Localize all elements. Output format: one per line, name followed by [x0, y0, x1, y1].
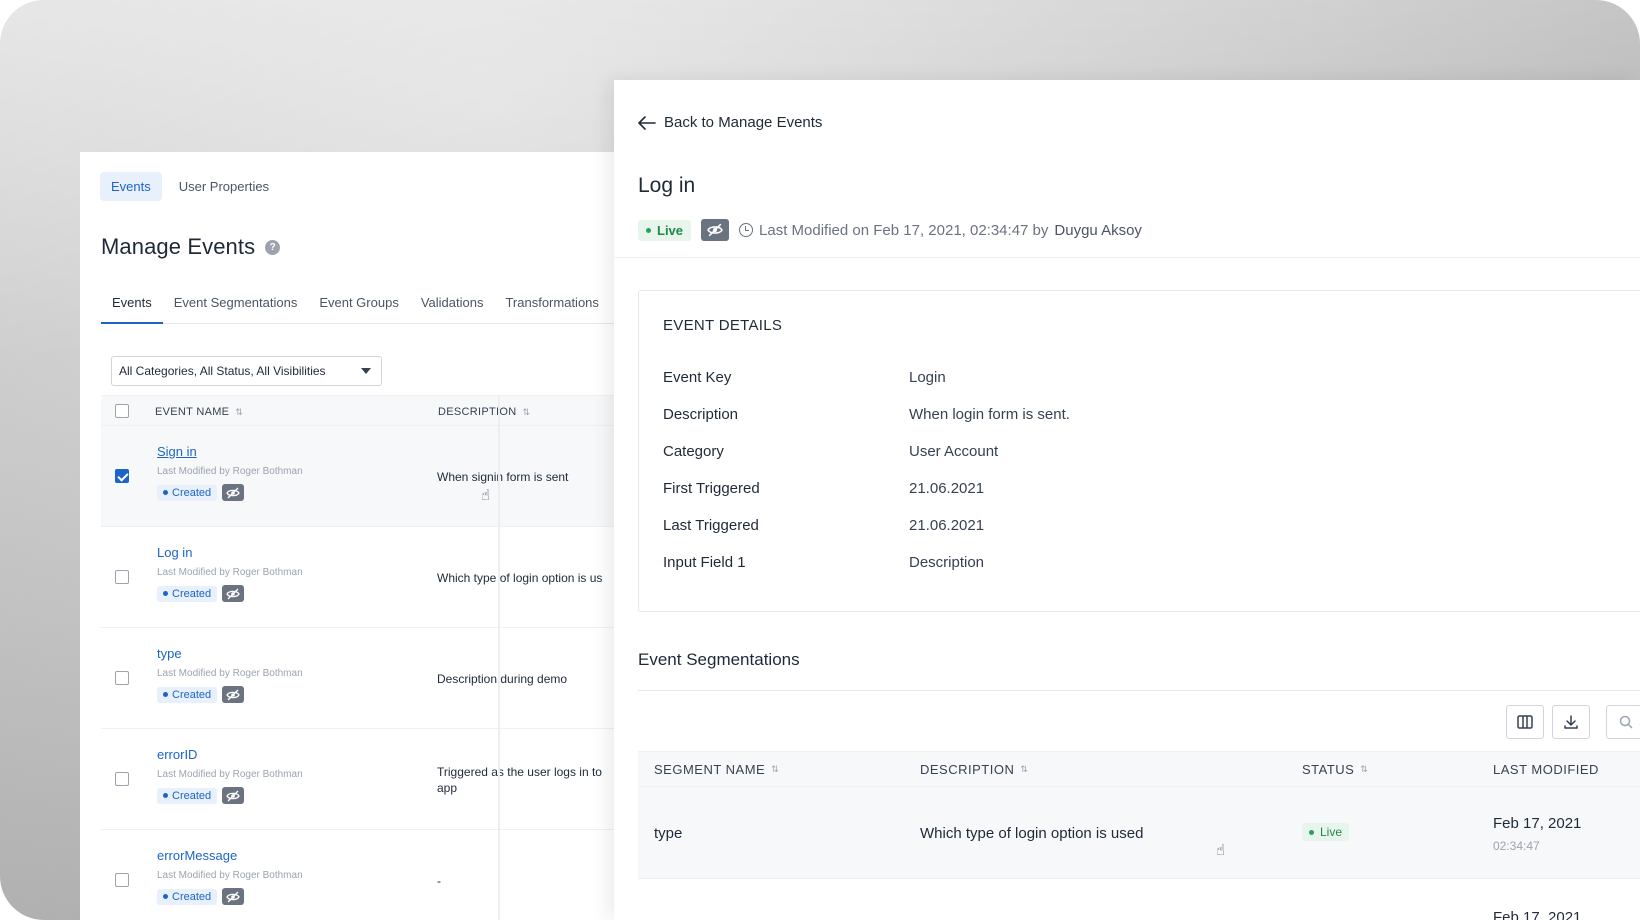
row-checkbox[interactable]: [115, 873, 129, 887]
page-title: Manage Events: [101, 234, 256, 259]
back-label: Back to Manage Events: [664, 114, 823, 131]
table-row[interactable]: type Which type of login option is used …: [638, 787, 1640, 879]
eye-off-icon: [222, 484, 245, 501]
table-row[interactable]: errorMessage Last Modified by Roger Both…: [101, 830, 620, 920]
question-circle-icon[interactable]: ?: [265, 239, 281, 255]
eye-off-icon: [222, 686, 245, 703]
column-header-description[interactable]: DESCRIPTION ⇅: [920, 762, 1028, 777]
last-modified-date: Feb 17, 2021: [1493, 815, 1582, 832]
status-badge: Created: [157, 585, 218, 602]
row-description: -: [437, 874, 441, 888]
row-meta: Last Modified by Roger Bothman: [157, 466, 303, 477]
row-checkbox[interactable]: [115, 469, 129, 483]
row-description: Triggered as the user logs in to app: [437, 765, 602, 795]
subtab-events[interactable]: Events: [101, 286, 163, 324]
divider: [614, 257, 1640, 258]
table-row[interactable]: Log in Last Modified by Roger Bothman Cr…: [101, 527, 620, 628]
hand-cursor-icon: ☝: [481, 487, 491, 504]
column-header-description[interactable]: DESCRIPTION ⇅: [438, 406, 530, 418]
row-description: Which type of login option is us: [437, 571, 603, 585]
filter-dropdown[interactable]: All Categories, All Status, All Visibili…: [111, 356, 382, 386]
row-checkbox[interactable]: [115, 772, 129, 786]
event-name-link[interactable]: errorID: [157, 747, 197, 762]
columns-button[interactable]: [1506, 705, 1544, 739]
sort-icon: ⇅: [771, 764, 780, 774]
event-name-link[interactable]: Log in: [157, 545, 192, 560]
eye-off-icon: [222, 787, 245, 804]
status-badge: Created: [157, 787, 218, 804]
table-row[interactable]: Sign in Last Modified by Roger Bothman C…: [101, 426, 620, 527]
row-description: Description during demo: [437, 672, 568, 686]
hand-cursor-icon: ☝: [1216, 842, 1226, 859]
live-status-badge: Live: [638, 219, 692, 241]
event-status-row: Live Last Modified on Feb 17, 2021, 02:3…: [638, 219, 1142, 241]
download-icon: [1564, 715, 1578, 729]
last-modified-date: Feb 17, 2021: [1493, 909, 1582, 920]
event-details-card: EVENT DETAILS Event Key Login Descriptio…: [638, 290, 1640, 612]
clock-icon: [739, 223, 754, 237]
live-status-badge: Live: [1302, 823, 1350, 841]
events-table-header: EVENT NAME ⇅ DESCRIPTION ⇅: [101, 395, 620, 426]
column-header-event-name[interactable]: EVENT NAME ⇅: [155, 406, 243, 418]
caret-down-icon: [361, 368, 371, 374]
manage-events-panel: Events User Properties Manage Events ? E…: [80, 152, 620, 920]
eye-off-icon: [222, 888, 245, 905]
sort-icon: ⇅: [522, 406, 531, 417]
subtab-transformations[interactable]: Transformations: [494, 286, 609, 324]
row-meta: Last Modified by Roger Bothman: [157, 769, 303, 780]
search-icon: [1619, 715, 1633, 729]
event-name-link[interactable]: errorMessage: [157, 848, 237, 863]
table-row[interactable]: type Last Modified by Roger Bothman Crea…: [101, 628, 620, 729]
event-detail-panel: Back to Manage Events Log in Live Last M…: [614, 80, 1640, 920]
column-header-last-modified[interactable]: LAST MODIFIED: [1493, 762, 1599, 777]
select-all-checkbox[interactable]: [115, 404, 129, 418]
modified-by-user: Duygu Aksoy: [1054, 221, 1142, 239]
event-name-link[interactable]: type: [157, 646, 182, 661]
status-badge: Created: [157, 888, 218, 905]
row-checkbox[interactable]: [115, 671, 129, 685]
eye-off-icon[interactable]: [701, 219, 730, 241]
event-title: Log in: [638, 174, 696, 197]
card-title: EVENT DETAILS: [663, 317, 783, 334]
segmentations-table: S SEGMENT NAME⇅ DESCRIPTION⇅ STATUS⇅ LAS…: [638, 690, 1640, 920]
top-tabs: Events User Properties: [100, 172, 280, 201]
column-header-segment-name[interactable]: SEGMENT NAME ⇅: [654, 762, 779, 777]
arrow-left-icon: [638, 115, 656, 130]
last-modified-time: 02:34:47: [1493, 839, 1540, 853]
filter-value: All Categories, All Status, All Visibili…: [119, 364, 326, 378]
tab-events[interactable]: Events: [100, 172, 162, 201]
download-button[interactable]: [1552, 705, 1590, 739]
subtab-validations[interactable]: Validations: [410, 286, 495, 324]
status-badge: Created: [157, 484, 218, 501]
column-header-status[interactable]: STATUS ⇅: [1302, 762, 1368, 777]
sort-icon: ⇅: [1360, 764, 1369, 774]
back-link[interactable]: Back to Manage Events: [638, 114, 822, 131]
sort-icon: ⇅: [1020, 764, 1029, 774]
search-input[interactable]: S: [1606, 705, 1640, 739]
segment-name: type: [654, 825, 683, 842]
section-title: Event Segmentations: [638, 650, 800, 669]
subtab-event-segmentations[interactable]: Event Segmentations: [163, 286, 309, 324]
subtab-event-groups[interactable]: Event Groups: [308, 286, 410, 324]
sort-icon: ⇅: [235, 406, 244, 417]
page-title-row: Manage Events ?: [101, 234, 281, 260]
row-meta: Last Modified by Roger Bothman: [157, 668, 303, 679]
event-name-link[interactable]: Sign in: [157, 444, 197, 459]
status-badge: Created: [157, 686, 218, 703]
row-meta: Last Modified by Roger Bothman: [157, 870, 303, 881]
tab-user-properties[interactable]: User Properties: [168, 172, 280, 201]
sub-tabs: Events Event Segmentations Event Groups …: [101, 286, 620, 324]
last-modified-info: Last Modified on Feb 17, 2021, 02:34:47 …: [739, 222, 1142, 239]
row-meta: Last Modified by Roger Bothman: [157, 567, 303, 578]
segment-description: Which type of login option is used: [920, 825, 1144, 842]
row-description: When signin form is sent: [437, 470, 569, 484]
table-row[interactable]: errorID Last Modified by Roger Bothman C…: [101, 729, 620, 830]
row-checkbox[interactable]: [115, 570, 129, 584]
columns-icon: [1517, 715, 1533, 729]
eye-off-icon: [222, 585, 245, 602]
column-divider: [498, 395, 500, 920]
segmentations-table-header: SEGMENT NAME ⇅ DESCRIPTION ⇅ STATUS ⇅ LAST …: [638, 751, 1640, 787]
